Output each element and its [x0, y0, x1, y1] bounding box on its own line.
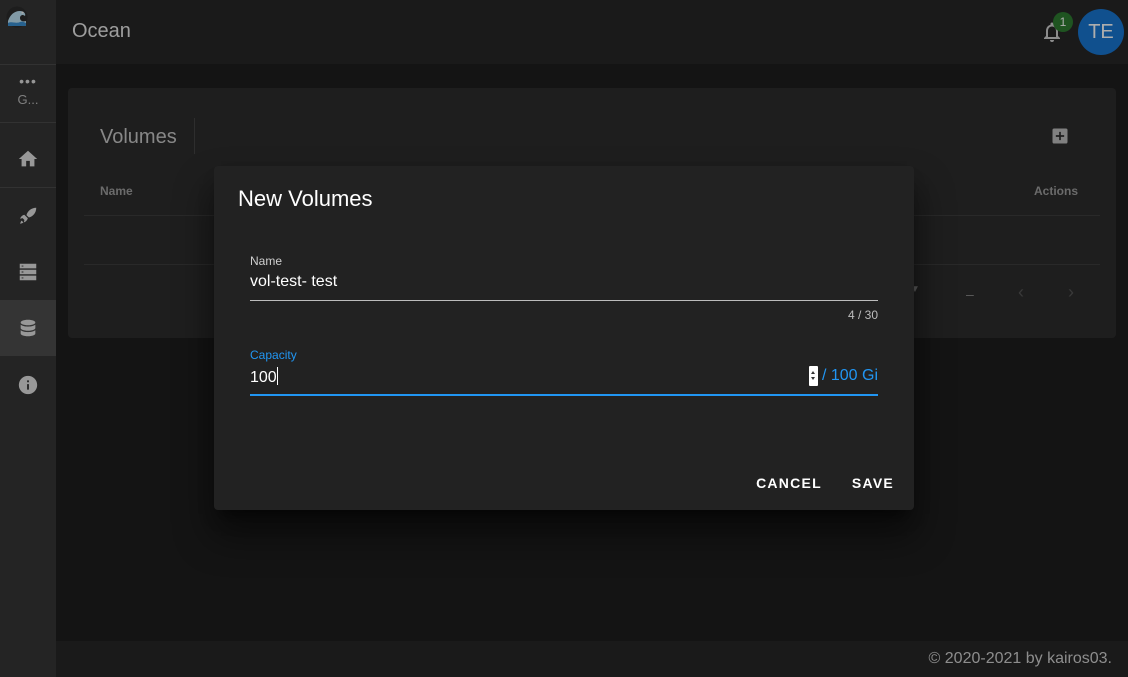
dialog-actions: CANCEL SAVE: [756, 475, 894, 491]
name-char-counter: 4 / 30: [847, 308, 878, 322]
save-button[interactable]: SAVE: [852, 475, 894, 491]
capacity-field-label: Capacity: [250, 348, 297, 362]
capacity-suffix: / 100 Gi: [821, 367, 878, 384]
capacity-field-underline: [250, 394, 878, 396]
number-spinner-icon[interactable]: [809, 366, 818, 386]
name-field[interactable]: Name vol-test- test 4 / 30: [250, 254, 878, 322]
name-field-underline: [250, 300, 878, 301]
capacity-field[interactable]: Capacity 100 / 100 Gi: [250, 348, 878, 396]
name-field-label: Name: [250, 254, 283, 268]
capacity-value: 100: [250, 369, 277, 386]
dialog-title: New Volumes: [238, 186, 373, 211]
capacity-input[interactable]: 100 / 100 Gi: [250, 366, 878, 389]
text-cursor: [276, 367, 278, 385]
name-input[interactable]: vol-test- test: [250, 273, 878, 295]
new-volume-dialog: New Volumes Name vol-test- test 4 / 30 C…: [214, 166, 914, 510]
cancel-button[interactable]: CANCEL: [756, 475, 822, 491]
